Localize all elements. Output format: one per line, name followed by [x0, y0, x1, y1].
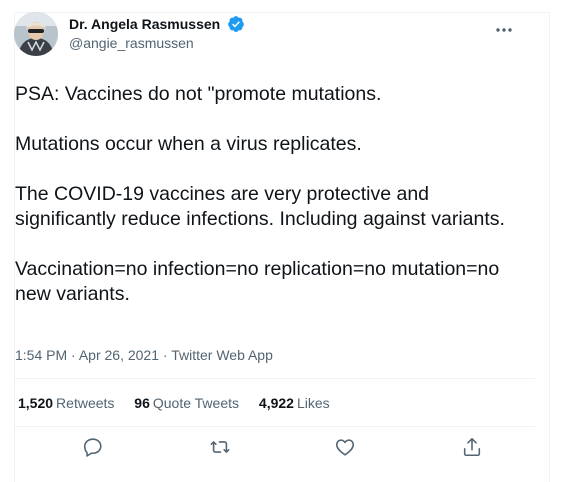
tweet-time[interactable]: 1:54 PM: [15, 347, 67, 363]
tweet-header: Dr. Angela Rasmussen @angie_rasmussen: [14, 12, 520, 60]
more-icon[interactable]: [490, 20, 520, 40]
meta-separator: ·: [71, 347, 76, 363]
author-display-name[interactable]: Dr. Angela Rasmussen: [69, 15, 220, 33]
tweet-text: PSA: Vaccines do not "promote mutations.…: [15, 83, 505, 305]
author-block: Dr. Angela Rasmussen @angie_rasmussen: [69, 15, 245, 52]
avatar[interactable]: [14, 12, 58, 56]
tweet-actions: [14, 428, 535, 468]
tweet-date[interactable]: Apr 26, 2021: [79, 347, 159, 363]
tweet-stats: 1,520 Retweets 96 Quote Tweets 4,922 Likes: [18, 394, 346, 412]
meta-separator: ·: [162, 347, 168, 363]
likes-count: 4,922: [258, 395, 294, 411]
divider: [14, 378, 535, 379]
tweet-meta: 1:54 PM · Apr 26, 2021 · Twitter Web App: [15, 346, 273, 364]
like-icon[interactable]: [334, 436, 356, 458]
share-icon[interactable]: [461, 436, 483, 458]
retweets-stat[interactable]: 1,520 Retweets: [18, 394, 114, 412]
quote-tweets-stat[interactable]: 96 Quote Tweets: [134, 394, 239, 412]
likes-stat[interactable]: 4,922 Likes: [259, 394, 330, 412]
reply-icon[interactable]: [82, 436, 104, 458]
likes-label: Likes: [296, 395, 330, 411]
retweets-label: Retweets: [56, 395, 115, 411]
tweet-source[interactable]: Twitter Web App: [171, 347, 273, 363]
divider: [14, 426, 535, 427]
verified-badge-icon: [227, 15, 245, 33]
retweet-icon[interactable]: [209, 436, 231, 458]
author-handle[interactable]: @angie_rasmussen: [69, 34, 245, 52]
quote-tweets-count: 96: [134, 395, 150, 411]
quote-tweets-label: Quote Tweets: [152, 395, 240, 411]
retweets-count: 1,520: [18, 395, 54, 411]
